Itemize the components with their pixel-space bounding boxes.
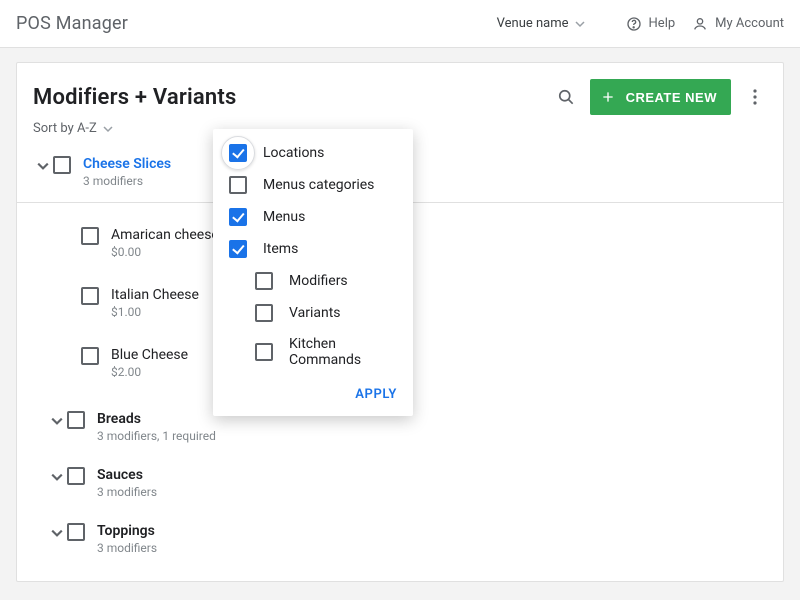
item-label[interactable]: Italian Cheese xyxy=(111,287,199,303)
group-checkbox[interactable] xyxy=(67,467,85,485)
group-label[interactable]: Breads xyxy=(97,411,216,427)
help-label: Help xyxy=(649,16,676,31)
more-options-button[interactable] xyxy=(743,85,767,109)
item-price: $0.00 xyxy=(111,245,219,259)
filter-option-label: Locations xyxy=(263,145,324,161)
group-label[interactable]: Cheese Slices xyxy=(83,156,171,172)
item-checkbox[interactable] xyxy=(81,227,99,245)
filter-checkbox[interactable] xyxy=(255,304,273,322)
person-icon xyxy=(691,15,709,33)
filter-option-label: Items xyxy=(263,241,298,257)
account-link[interactable]: My Account xyxy=(691,15,784,33)
group-subtitle: 3 modifiers, 1 required xyxy=(97,429,216,443)
app-brand: POS Manager xyxy=(16,13,128,34)
filter-option[interactable]: Menus categories xyxy=(213,169,413,201)
chevron-down-icon xyxy=(575,19,585,29)
group-subtitle: 3 modifiers xyxy=(97,541,157,555)
create-new-button[interactable]: CREATE NEW xyxy=(590,79,731,115)
filter-option[interactable]: Menus xyxy=(213,201,413,233)
apply-button[interactable]: APPLY xyxy=(355,387,397,402)
item-price: $2.00 xyxy=(111,365,188,379)
filter-checkbox[interactable] xyxy=(229,176,247,194)
filter-option[interactable]: Modifiers xyxy=(213,265,413,297)
filter-checkbox[interactable] xyxy=(229,240,247,258)
venue-dropdown[interactable]: Venue name xyxy=(497,16,585,31)
sort-label: Sort by A-Z xyxy=(33,121,97,136)
help-icon xyxy=(625,15,643,33)
expand-toggle[interactable] xyxy=(47,523,67,543)
group-label[interactable]: Toppings xyxy=(97,523,157,539)
filter-popover: Locations Menus categories Menus Items M… xyxy=(213,129,413,416)
search-button[interactable] xyxy=(554,85,578,109)
item-checkbox[interactable] xyxy=(81,287,99,305)
item-price: $1.00 xyxy=(111,305,199,319)
filter-option-label: Menus xyxy=(263,209,305,225)
page-title: Modifiers + Variants xyxy=(33,85,236,110)
filter-option[interactable]: Variants xyxy=(213,297,413,329)
collapse-toggle[interactable] xyxy=(33,156,53,176)
filter-checkbox[interactable] xyxy=(255,272,273,290)
expand-toggle[interactable] xyxy=(47,411,67,431)
group-checkbox[interactable] xyxy=(53,156,71,174)
filter-option-label: Menus categories xyxy=(263,177,374,193)
item-label[interactable]: Blue Cheese xyxy=(111,347,188,363)
group-label[interactable]: Sauces xyxy=(97,467,157,483)
chevron-down-icon xyxy=(103,124,113,134)
create-label: CREATE NEW xyxy=(626,90,717,105)
filter-option[interactable]: Locations xyxy=(213,137,413,169)
group-subtitle: 3 modifiers xyxy=(83,174,171,188)
group-checkbox[interactable] xyxy=(67,523,85,541)
filter-option-label: Kitchen Commands xyxy=(289,336,397,368)
group-subtitle: 3 modifiers xyxy=(97,485,157,499)
item-label[interactable]: Amarican cheese xyxy=(111,227,219,243)
filter-checkbox[interactable] xyxy=(229,144,247,162)
group-checkbox[interactable] xyxy=(67,411,85,429)
filter-option-label: Variants xyxy=(289,305,341,321)
account-label: My Account xyxy=(715,16,784,31)
filter-option-label: Modifiers xyxy=(289,273,348,289)
help-link[interactable]: Help xyxy=(625,15,676,33)
filter-checkbox[interactable] xyxy=(229,208,247,226)
plus-icon xyxy=(600,89,616,105)
filter-option[interactable]: Items xyxy=(213,233,413,265)
expand-toggle[interactable] xyxy=(47,467,67,487)
filter-option[interactable]: Kitchen Commands xyxy=(213,329,413,375)
filter-checkbox[interactable] xyxy=(255,343,273,361)
item-checkbox[interactable] xyxy=(81,347,99,365)
venue-label: Venue name xyxy=(497,16,569,31)
